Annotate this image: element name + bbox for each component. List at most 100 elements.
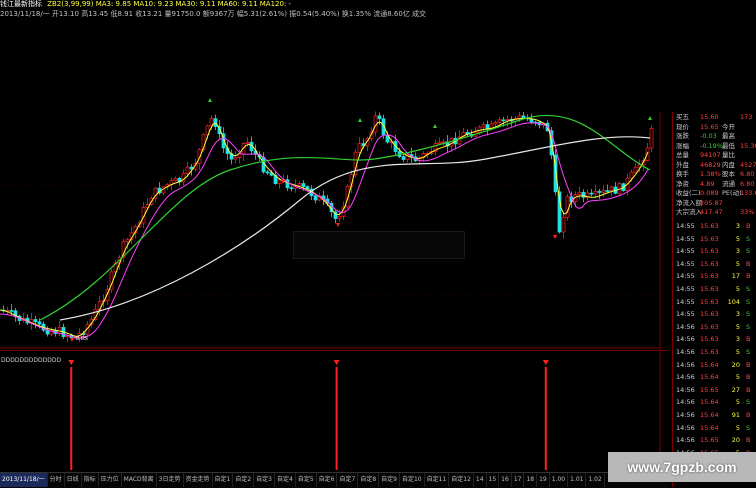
tick-row: 14:55 15.63 3 B — [676, 222, 756, 231]
tick-time: 14:56 — [676, 373, 695, 382]
quote-label-2: 流通 — [722, 179, 735, 188]
quote-value: 15.65 — [700, 122, 719, 131]
tick-price: 15.63 — [700, 234, 719, 243]
tick-row: 14:56 15.64 5 S — [676, 424, 756, 433]
tick-price: 15.63 — [700, 285, 719, 293]
tick-volume: 20 — [731, 436, 740, 445]
tick-side: B — [746, 373, 751, 382]
bottom-tab[interactable]: 自定3 — [254, 473, 275, 487]
bottom-tab[interactable]: 3日走势 — [157, 473, 184, 487]
blank-overlay — [428, 0, 756, 112]
tick-volume: 3 — [735, 222, 740, 230]
bottom-tab[interactable]: 自定5 — [296, 473, 317, 487]
tick-side: S — [746, 322, 751, 331]
tick-side: S — [746, 310, 751, 319]
tick-time: 14:56 — [676, 360, 695, 369]
bottom-tab[interactable]: 14 — [474, 473, 487, 487]
bottom-tab[interactable]: 1.01 — [568, 473, 587, 487]
tick-time: 14:55 — [676, 310, 695, 319]
bottom-tab[interactable]: 自定6 — [317, 473, 338, 487]
bottom-tab[interactable]: 自定7 — [337, 473, 359, 487]
bottom-tab[interactable]: 自定1 — [213, 473, 234, 487]
quote-row: 现价 15.65 今开 — [676, 123, 756, 132]
bar-info-line: 2013/11/18/一 开13.10 高13.45 低8.91 收13.21 … — [0, 10, 427, 18]
quote-row: 换手 1.38% 股本 6.80 — [676, 170, 756, 179]
bottom-tab[interactable]: 资金走势 — [184, 473, 213, 487]
tick-price: 15.63 — [700, 247, 719, 256]
bottom-tab[interactable]: 自定4 — [275, 473, 296, 487]
quote-label-2: 最高 — [722, 132, 735, 140]
tick-price: 15.63 — [700, 348, 719, 356]
bottom-tab[interactable]: 日线 — [65, 473, 82, 487]
quote-value-2: 6.80 — [740, 179, 755, 188]
bottom-tab[interactable]: 1.00 — [550, 473, 569, 487]
signal-bar — [335, 367, 338, 470]
bottom-tab[interactable]: 自定9 — [379, 473, 400, 487]
tick-volume: 27 — [731, 385, 740, 394]
quote-label: 净流入额 — [676, 198, 702, 207]
tick-row: 14:56 15.65 27 B — [676, 386, 756, 395]
date-tab[interactable]: 2013/11/18/一 — [0, 473, 48, 487]
tick-price: 15.63 — [700, 272, 719, 281]
tick-side: B — [746, 436, 751, 445]
quote-value: 1.38% — [700, 170, 721, 178]
bottom-tab[interactable]: 15 — [487, 473, 500, 487]
bottom-tab[interactable]: 压力位 — [99, 473, 122, 487]
quote-row: 净流入额 205.87 — [676, 199, 756, 208]
quote-value-2: 15.30 — [740, 141, 756, 150]
bottom-tab[interactable]: 分时 — [48, 473, 65, 487]
tick-time: 14:56 — [676, 398, 695, 407]
bottom-tab[interactable]: 指标 — [82, 473, 99, 487]
bottom-tab[interactable]: 自定10 — [400, 473, 425, 487]
redacted-area — [293, 231, 465, 259]
tick-volume: 17 — [731, 272, 740, 281]
tick-volume: 5 — [735, 285, 740, 293]
quote-value: 15.60 — [700, 113, 719, 121]
quote-value: -0.19% — [700, 141, 723, 150]
bottom-tab[interactable]: 自定12 — [449, 473, 474, 487]
bottom-tab[interactable]: 17 — [512, 473, 525, 487]
subchart-signal-label: DDDDDDDDDDDDD — [1, 357, 61, 364]
bottom-tab[interactable]: 自定8 — [358, 473, 380, 487]
signal-bar — [70, 367, 73, 470]
quote-label-2: PE(动) — [722, 189, 742, 197]
quote-row: 涨幅 -0.19%最低 15.30 — [676, 142, 756, 151]
quote-value: 417.47 — [700, 208, 723, 216]
tick-volume: 3 — [735, 310, 740, 319]
quote-value: 4.89 — [700, 179, 715, 188]
bottom-tab[interactable]: 自定11 — [425, 473, 450, 487]
tick-side: S — [746, 234, 751, 243]
tick-volume: 5 — [735, 259, 740, 268]
tick-time: 14:56 — [676, 385, 695, 394]
tick-time: 14:56 — [676, 335, 695, 344]
bottom-tab[interactable]: 18 — [524, 473, 538, 487]
tick-side: B — [746, 385, 751, 394]
tick-side: S — [746, 297, 751, 306]
tick-time: 14:56 — [676, 423, 695, 432]
quote-label: 涨幅 — [676, 141, 689, 150]
bottom-tab[interactable]: MACD背离 — [122, 473, 157, 487]
tick-side: B — [746, 335, 751, 344]
bottom-tab[interactable]: 16 — [499, 473, 512, 487]
quote-row: 外盘 46829内盘 45278 — [676, 161, 756, 170]
tick-row: 14:56 15.64 5 B — [676, 373, 756, 382]
tick-side: B — [746, 272, 751, 281]
tick-row: 14:56 15.63 5 S — [676, 348, 756, 357]
bottom-tab[interactable]: 自定2 — [233, 473, 255, 487]
quote-label: 总量 — [676, 151, 689, 159]
signal-arrow — [542, 360, 549, 365]
quote-value: 46829 — [700, 160, 721, 169]
tick-volume: 3 — [735, 247, 740, 256]
signal-arrow — [68, 360, 75, 365]
quote-value-2: 133.6 — [740, 189, 756, 197]
signal-subchart[interactable]: DDDDDDDDDDDDD — [0, 350, 668, 470]
tick-volume: 104 — [727, 297, 740, 306]
tick-row: 14:56 15.63 3 B — [676, 335, 756, 344]
quote-label: 涨跌 — [676, 132, 689, 140]
quote-label-2: 最低 — [722, 141, 735, 150]
bottom-tab[interactable]: 19 — [537, 473, 550, 487]
tick-side: S — [746, 348, 751, 356]
bottom-tab[interactable]: 1.02 — [586, 473, 605, 487]
tick-side: B — [746, 259, 751, 268]
tick-price: 15.63 — [700, 322, 719, 331]
